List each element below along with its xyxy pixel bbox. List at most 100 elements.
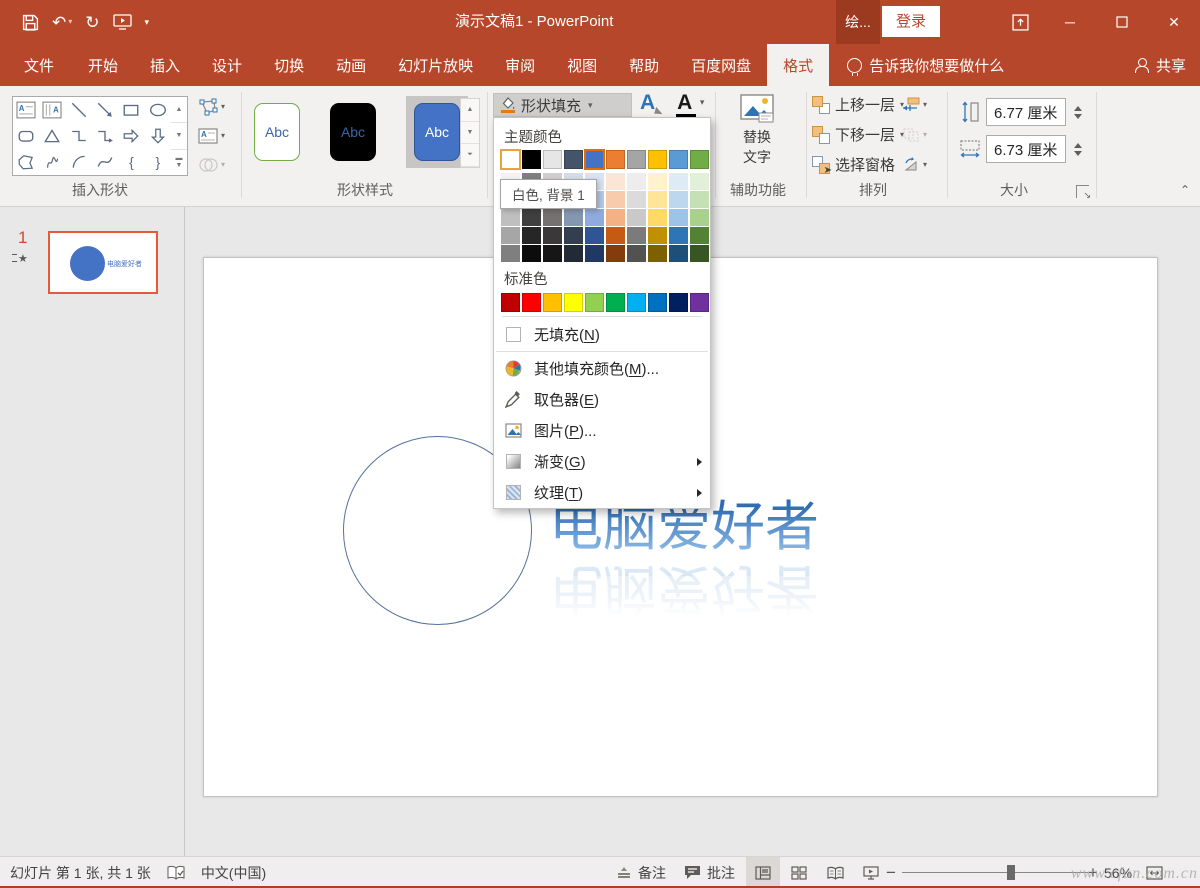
tab-view[interactable]: 视图 — [551, 44, 613, 86]
scroll-up-icon[interactable]: ▲ — [461, 99, 479, 122]
theme-variant-swatch[interactable] — [690, 227, 709, 244]
tab-file[interactable]: 文件 — [6, 44, 72, 86]
fill-menu-item-no-fill[interactable]: 无填充(N) — [494, 319, 710, 350]
proofing-icon[interactable] — [167, 865, 185, 880]
theme-variant-swatch[interactable] — [585, 209, 604, 226]
minimize-button[interactable]: ─ — [1044, 0, 1096, 44]
theme-variant-swatch[interactable] — [501, 245, 520, 262]
bring-forward-button[interactable]: 上移一层▾ — [812, 92, 904, 117]
fill-menu-item-texture[interactable]: 纹理(T) — [494, 477, 710, 508]
height-spinner[interactable] — [1074, 106, 1082, 119]
fit-to-window-button[interactable] — [1146, 857, 1163, 888]
shape-style-preview[interactable]: Abc — [330, 103, 376, 161]
theme-variant-swatch[interactable] — [669, 227, 688, 244]
shape-textbox-h[interactable]: A — [13, 97, 39, 123]
theme-variant-swatch[interactable] — [606, 227, 625, 244]
shape-scribble[interactable] — [39, 149, 65, 175]
notes-button[interactable]: 备注 — [616, 857, 666, 888]
share-button[interactable]: 共享 — [1135, 44, 1186, 86]
shape-oval[interactable] — [145, 97, 171, 123]
standard-color-swatch[interactable] — [501, 293, 520, 312]
theme-variant-swatch[interactable] — [627, 209, 646, 226]
theme-variant-swatch[interactable] — [606, 191, 625, 208]
theme-variant-swatch[interactable] — [606, 245, 625, 262]
theme-color-swatch[interactable] — [543, 150, 562, 169]
shape-textbox-v[interactable]: A — [39, 97, 65, 123]
theme-variant-swatch[interactable] — [564, 209, 583, 226]
login-button[interactable]: 登录 — [882, 6, 940, 37]
theme-color-swatch[interactable] — [690, 150, 709, 169]
theme-variant-swatch[interactable] — [669, 209, 688, 226]
text-outline-icon[interactable]: A▾ — [677, 92, 692, 113]
shape-down-arrow[interactable] — [145, 123, 171, 149]
fill-menu-item-picture[interactable]: 图片(P)... — [494, 415, 710, 446]
fill-menu-item-color-wheel[interactable]: 其他填充颜色(M)... — [494, 353, 710, 384]
theme-variant-swatch[interactable] — [690, 209, 709, 226]
standard-color-swatch[interactable] — [648, 293, 667, 312]
width-input[interactable]: 6.73 厘米 — [986, 135, 1066, 163]
theme-variant-swatch[interactable] — [585, 227, 604, 244]
theme-variant-swatch[interactable] — [543, 245, 562, 262]
selection-pane-button[interactable]: ➤ 选择窗格 — [812, 152, 904, 177]
reading-view-button[interactable] — [818, 857, 852, 888]
shape-freeform[interactable] — [13, 149, 39, 175]
send-backward-button[interactable]: 下移一层▾ — [812, 122, 904, 147]
gallery-more-icon[interactable]: ⏷ — [461, 144, 479, 167]
theme-variant-swatch[interactable] — [501, 227, 520, 244]
shape-elbow-arrow[interactable] — [92, 123, 118, 149]
theme-variant-swatch[interactable] — [522, 227, 541, 244]
theme-variant-swatch[interactable] — [606, 209, 625, 226]
shape-fill-button[interactable]: 形状填充 ▾ — [493, 93, 632, 117]
animation-indicator-icon[interactable]: ★ — [12, 252, 28, 265]
theme-variant-swatch[interactable] — [648, 173, 667, 190]
edit-shape-button[interactable]: ▾ — [196, 94, 236, 119]
theme-color-swatch[interactable] — [522, 150, 541, 169]
theme-variant-swatch[interactable] — [669, 191, 688, 208]
theme-variant-swatch[interactable] — [501, 209, 520, 226]
shape-curve[interactable] — [92, 149, 118, 175]
fill-menu-item-gradient[interactable]: 渐变(G) — [494, 446, 710, 477]
standard-color-swatch[interactable] — [543, 293, 562, 312]
zoom-percent[interactable]: 56% — [1104, 857, 1132, 888]
theme-variant-swatch[interactable] — [522, 209, 541, 226]
theme-variant-swatch[interactable] — [648, 245, 667, 262]
theme-variant-swatch[interactable] — [585, 245, 604, 262]
tab-slideshow[interactable]: 幻灯片放映 — [382, 44, 489, 86]
scroll-down-icon[interactable]: ▼ — [171, 123, 187, 149]
shape-styles-scrollbar[interactable]: ▲ ▼ ⏷ — [460, 98, 480, 168]
normal-view-button[interactable] — [746, 857, 780, 888]
theme-variant-swatch[interactable] — [690, 245, 709, 262]
theme-variant-swatch[interactable] — [627, 245, 646, 262]
theme-color-swatch[interactable] — [564, 150, 583, 169]
rotate-button[interactable]: ▾ — [902, 152, 927, 177]
standard-color-swatch[interactable] — [690, 293, 709, 312]
size-dialog-launcher-icon[interactable] — [1076, 185, 1089, 198]
zoom-out-button[interactable]: − — [886, 857, 896, 888]
shape-elbow[interactable] — [66, 123, 92, 149]
shape-arc[interactable] — [66, 149, 92, 175]
theme-variant-swatch[interactable] — [690, 191, 709, 208]
shape-style-preview-selected[interactable]: Abc — [406, 96, 468, 168]
save-icon[interactable] — [22, 14, 39, 31]
shape-right-arrow[interactable] — [118, 123, 144, 149]
shape-triangle[interactable] — [39, 123, 65, 149]
scroll-down-icon[interactable]: ▼ — [461, 122, 479, 145]
tab-animations[interactable]: 动画 — [320, 44, 382, 86]
theme-variant-swatch[interactable] — [543, 209, 562, 226]
scroll-up-icon[interactable]: ▲ — [171, 97, 187, 123]
tab-baidu-netdisk[interactable]: 百度网盘 — [675, 44, 767, 86]
shapes-gallery-scrollbar[interactable]: ▲ ▼ ▬▼ — [171, 96, 188, 176]
comments-button[interactable]: 批注 — [684, 857, 735, 888]
theme-variant-swatch[interactable] — [564, 227, 583, 244]
theme-variant-swatch[interactable] — [606, 173, 625, 190]
maximize-button[interactable] — [1096, 0, 1148, 44]
panel-divider[interactable] — [184, 207, 185, 856]
fill-menu-item-eyedropper[interactable]: 取色器(E) — [494, 384, 710, 415]
theme-variant-swatch[interactable] — [669, 245, 688, 262]
alt-text-button[interactable]: 替换文字 — [724, 94, 790, 182]
theme-variant-swatch[interactable] — [648, 227, 667, 244]
height-input[interactable]: 6.77 厘米 — [986, 98, 1066, 126]
theme-color-swatch[interactable] — [669, 150, 688, 169]
standard-color-swatch[interactable] — [627, 293, 646, 312]
standard-color-swatch[interactable] — [606, 293, 625, 312]
